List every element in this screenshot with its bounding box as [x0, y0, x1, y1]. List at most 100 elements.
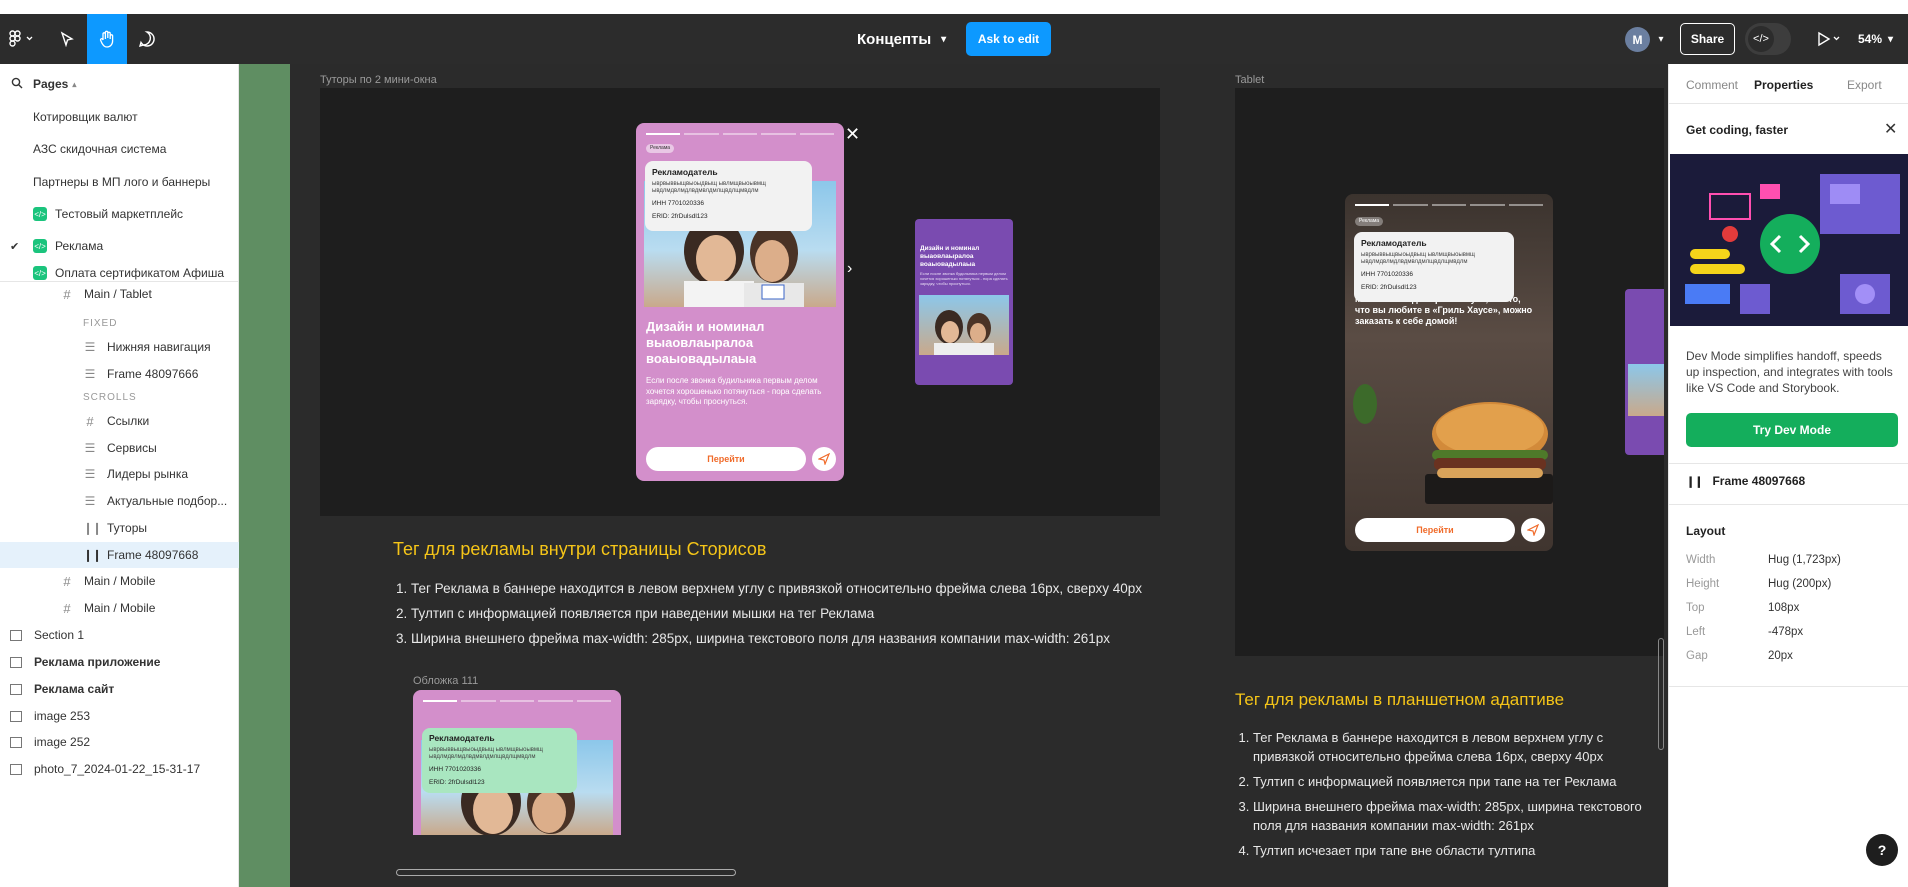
document-title[interactable]: Концепты ▾: [857, 14, 946, 64]
tutors-frame[interactable]: Рекламодатель ыврвыввыщвыоыдвыщ ывлмщвыо…: [320, 88, 1160, 516]
question-icon: ?: [1877, 842, 1887, 858]
prop-value[interactable]: 108px: [1768, 602, 1799, 614]
tablet-frame[interactable]: Реклама Мясные блюда «Гриль Хаус», все т…: [1235, 88, 1664, 656]
divider: [1669, 686, 1908, 687]
layer-item[interactable]: ☰ Актуальные подбор...: [0, 488, 239, 514]
chevron-right-icon[interactable]: ›: [847, 260, 852, 278]
mini-story-card[interactable]: Дизайн и номинал выаовлаыралоа воаыовады…: [915, 219, 1013, 385]
go-button[interactable]: Перейти: [1355, 518, 1515, 542]
hand-tool-button[interactable]: [87, 14, 127, 64]
page-item-label: Тестовый маркетплейс: [55, 207, 184, 221]
section-icon: [10, 656, 22, 668]
layer-label: Frame 48097666: [107, 367, 199, 381]
layer-label: Реклама приложение: [34, 655, 161, 669]
tab-properties[interactable]: Properties: [1754, 78, 1813, 92]
page-item[interactable]: АЗС скидочная система: [0, 136, 239, 162]
layer-image[interactable]: image 252: [0, 729, 239, 755]
zoom-level[interactable]: 54% ▾: [1858, 14, 1893, 64]
page-item[interactable]: Котировщик валют: [0, 104, 239, 130]
layer-label: Туторы: [107, 521, 147, 535]
tooltip-company: ыврвыввыщвыоыдвыщ ывлмщвыоывмщ ывдлмдвлм…: [429, 747, 543, 760]
code-icon: </>: [1748, 26, 1774, 52]
move-tool-button[interactable]: [50, 14, 84, 64]
layer-item-selected[interactable]: ❙❙ Frame 48097668: [0, 542, 239, 568]
frame-name-text: Frame 48097668: [1712, 474, 1806, 488]
prop-key: Width: [1686, 554, 1716, 566]
send-button[interactable]: [1521, 518, 1545, 542]
present-button[interactable]: [1812, 14, 1846, 64]
horizontal-layout-icon: ❙❙: [83, 548, 102, 562]
frame-hash-icon: #: [63, 286, 71, 302]
prop-value[interactable]: -478px: [1768, 626, 1803, 638]
horizontal-layout-icon: ❙❙: [1686, 475, 1703, 488]
page-item-label: Оплата сертификатом Афиша: [55, 266, 225, 280]
dev-mode-toggle[interactable]: </>: [1745, 23, 1791, 55]
prop-value[interactable]: Hug (1,723px): [1768, 554, 1841, 566]
zoom-value: 54%: [1858, 32, 1883, 46]
prop-value[interactable]: Hug (200px): [1768, 578, 1831, 590]
story-card[interactable]: Рекламодатель ыврвыввыщвыоыдвыщ ывлмщвыо…: [636, 123, 844, 481]
avatar[interactable]: M: [1625, 27, 1650, 52]
layer-section[interactable]: Реклама приложение: [0, 649, 239, 675]
layer-label: Реклама сайт: [34, 682, 115, 696]
search-icon[interactable]: [11, 77, 23, 92]
layer-section[interactable]: Section 1: [0, 622, 239, 648]
layer-item[interactable]: ☰ Нижняя навигация: [0, 334, 239, 360]
go-button[interactable]: Перейти: [646, 447, 806, 471]
tab-export[interactable]: Export: [1847, 78, 1882, 92]
chevron-up-icon: ▴: [72, 79, 77, 89]
page-item[interactable]: </> Тестовый маркетплейс: [0, 201, 239, 227]
tooltip-company: ыврвыввыщвыоыдвыщ ывлмщвыоывмщ ывдлмдвлм…: [1361, 252, 1475, 265]
layer-item[interactable]: ☰ Лидеры рынка: [0, 461, 239, 487]
send-button[interactable]: [812, 447, 836, 471]
comment-tool-button[interactable]: [130, 14, 164, 64]
layer-item[interactable]: # Ссылки: [0, 408, 239, 434]
layer-frame[interactable]: # Main / Tablet: [0, 286, 239, 302]
frame-label[interactable]: Туторы по 2 мини-окна: [320, 74, 437, 86]
prop-key: Left: [1686, 626, 1706, 638]
layers-sidebar: Pages ▴ Котировщик валют АЗС скидочная с…: [0, 64, 239, 887]
tab-comment[interactable]: Comment: [1686, 78, 1738, 92]
try-dev-mode-button[interactable]: Try Dev Mode: [1686, 413, 1898, 447]
tablet-mini-story-card[interactable]: [1625, 289, 1664, 455]
vertical-scrollbar[interactable]: [1658, 638, 1664, 750]
ad-tag[interactable]: Реклама: [1355, 217, 1384, 226]
code-badge-icon: </>: [33, 266, 47, 280]
burger-photo: [1415, 384, 1553, 524]
layer-frame[interactable]: # Main / Mobile: [0, 595, 239, 621]
close-icon[interactable]: ✕: [845, 124, 860, 145]
page-item[interactable]: Партнеры в МП лого и баннеры: [0, 169, 239, 195]
tablet-story-card[interactable]: Реклама Мясные блюда «Гриль Хаус», все т…: [1345, 194, 1553, 551]
layer-section[interactable]: Реклама сайт: [0, 676, 239, 702]
frame-label[interactable]: Обложка 111: [413, 675, 478, 687]
page-item[interactable]: </> Оплата сертификатом Афиша: [0, 266, 239, 282]
layer-label: Сервисы: [107, 441, 157, 455]
frame-label[interactable]: Tablet: [1235, 74, 1264, 86]
layer-label: Section 1: [34, 628, 85, 642]
ad-tag[interactable]: Реклама: [646, 144, 675, 153]
pages-header[interactable]: Pages ▴: [0, 71, 239, 97]
ask-to-edit-button[interactable]: Ask to edit: [966, 22, 1051, 56]
share-button[interactable]: Share: [1680, 23, 1735, 55]
avatar-chevron-down-icon[interactable]: ▾: [1654, 14, 1668, 64]
layer-image[interactable]: image 253: [0, 703, 239, 729]
layer-label: Frame 48097668: [107, 548, 199, 562]
layer-image[interactable]: photo_7_2024-01-22_15-31-17: [0, 756, 239, 782]
layer-item[interactable]: ☰ Сервисы: [0, 435, 239, 461]
layer-label: photo_7_2024-01-22_15-31-17: [34, 762, 201, 776]
cover-story-card[interactable]: Рекламодатель ыврвыввыщвыоыдвыщ ывлмщвыо…: [413, 690, 621, 835]
prop-value[interactable]: 20px: [1768, 650, 1793, 662]
advertiser-tooltip: Рекламодатель ыврвыввыщвыоыдвыщ ывлмщвыо…: [1354, 232, 1514, 302]
horizontal-scrollbar[interactable]: [396, 869, 736, 876]
page-item-label: Партнеры в МП лого и баннеры: [33, 175, 211, 189]
tooltip-title: Рекламодатель: [652, 167, 718, 177]
layer-item[interactable]: ❙❙ Туторы: [0, 515, 239, 541]
layer-frame[interactable]: # Main / Mobile: [0, 568, 239, 594]
design-canvas[interactable]: Туторы по 2 мини-окна Рекламодатель ыврв…: [239, 64, 1668, 887]
panel-tabs: Comment Properties Export: [1669, 64, 1908, 104]
auto-layout-icon: ☰: [84, 340, 96, 354]
close-icon[interactable]: ✕: [1884, 119, 1897, 139]
main-menu-button[interactable]: [4, 14, 38, 64]
page-item-current[interactable]: ✔ </> Реклама: [0, 233, 239, 259]
help-button[interactable]: ?: [1866, 834, 1898, 866]
